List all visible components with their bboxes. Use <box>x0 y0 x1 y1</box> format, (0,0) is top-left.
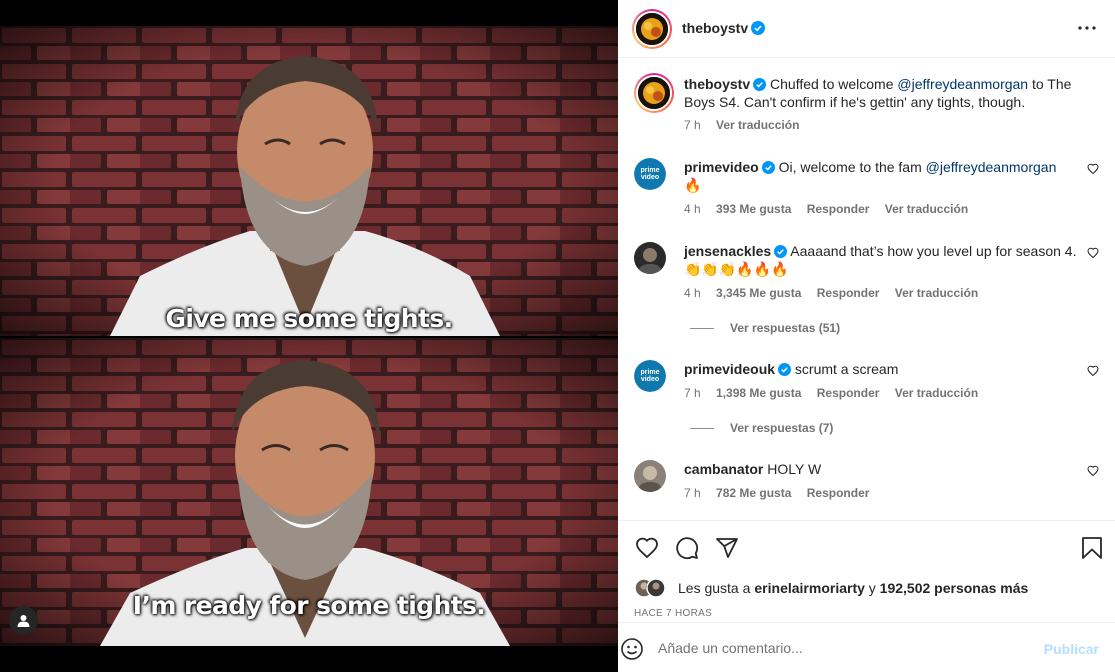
share-send-icon[interactable] <box>715 536 739 560</box>
header-username[interactable]: theboystv <box>682 20 748 36</box>
comment-text: cambanator HOLY W <box>684 461 822 477</box>
comment-meta: 4 h 393 Me gusta Responder Ver traducció… <box>684 202 969 216</box>
avatar[interactable] <box>632 9 672 49</box>
comment-meta: 4 h 3,345 Me gusta Responder Ver traducc… <box>684 286 979 300</box>
translate-link[interactable]: Ver traducción <box>895 386 978 400</box>
comment-username[interactable]: cambanator <box>684 461 763 477</box>
caption-text: theboystv Chuffed to welcome @jeffreydea… <box>684 75 1079 111</box>
verified-icon <box>753 78 767 91</box>
more-icon <box>1078 26 1096 30</box>
comment-item: cambanator HOLY W 7 h 782 Me gusta Respo… <box>634 460 1099 510</box>
caption-username[interactable]: theboystv <box>684 76 750 92</box>
media-frame-bottom: I’m ready for some tights. <box>0 338 618 646</box>
comment-text: jensenackles Aaaaand that’s how you leve… <box>684 243 1077 277</box>
comment-username[interactable]: primevideouk <box>684 361 775 377</box>
post-header: theboystv <box>618 0 1115 58</box>
comment-avatar[interactable] <box>634 242 666 274</box>
media-frame-top: Give me some tights. <box>0 26 618 336</box>
replies-divider <box>690 427 714 429</box>
save-bookmark-icon[interactable] <box>1081 536 1103 560</box>
fire-emoji: 🔥 <box>684 177 702 193</box>
cambanator-avatar-icon <box>634 460 666 492</box>
reply-button[interactable]: Responder <box>817 286 880 300</box>
view-replies-button[interactable]: Ver respuestas (51) <box>690 321 840 335</box>
reply-button[interactable]: Responder <box>807 202 870 216</box>
caption-bottom: I’m ready for some tights. <box>132 591 486 620</box>
liker-avatars-icon[interactable] <box>634 578 674 598</box>
action-bar <box>618 520 1115 622</box>
translate-link[interactable]: Ver traducción <box>895 286 978 300</box>
post-caption: theboystv Chuffed to welcome @jeffreydea… <box>634 73 1099 133</box>
jensenackles-avatar-icon <box>634 242 666 274</box>
like-comment-heart-icon[interactable] <box>1087 365 1099 377</box>
caption-translate-link[interactable]: Ver traducción <box>716 118 799 132</box>
tagged-users-button[interactable] <box>9 606 38 635</box>
emoji-icon[interactable] <box>620 637 644 661</box>
comment-username[interactable]: primevideo <box>684 159 759 175</box>
caption-avatar[interactable] <box>634 73 674 113</box>
likes-count[interactable]: 192,502 personas más <box>880 580 1029 596</box>
caption-mention-link[interactable]: @jeffreydeanmorgan <box>897 76 1028 92</box>
post-media[interactable]: Give me some tights. I’m ready for some … <box>0 0 618 672</box>
publish-button[interactable]: Publicar <box>1044 641 1099 657</box>
like-comment-heart-icon[interactable] <box>1087 163 1099 175</box>
verified-icon <box>761 161 775 174</box>
comment-meta: 7 h 782 Me gusta Responder <box>684 486 870 500</box>
comment-likes[interactable]: 3,345 Me gusta <box>716 286 801 300</box>
man-smiling-image-top <box>0 26 618 336</box>
view-replies-button[interactable]: Ver respuestas (7) <box>690 421 833 435</box>
comment-item: prime video primevideo Oi, welcome to the… <box>634 158 1099 218</box>
like-comment-heart-icon[interactable] <box>1087 465 1099 477</box>
add-comment-bar: Añade un comentario... Publicar <box>618 622 1115 672</box>
comment-avatar[interactable]: prime video <box>634 158 666 190</box>
comment-avatar[interactable] <box>634 460 666 492</box>
comment-mention-link[interactable]: @jeffreydeanmorgan <box>926 159 1057 175</box>
likes-prefix: Les gusta a <box>678 580 751 596</box>
like-comment-heart-icon[interactable] <box>1087 247 1099 259</box>
theboys-logo-icon <box>636 13 668 45</box>
comment-text: primevideouk scrumt a scream <box>684 361 899 377</box>
translate-link[interactable]: Ver traducción <box>885 202 968 216</box>
post-panel: theboystv theboystv Chuffed to welcome @… <box>618 0 1115 672</box>
comment-text: primevideo Oi, welcome to the fam @jeffr… <box>684 159 1057 193</box>
caption-meta: 7 h Ver traducción <box>684 118 811 132</box>
theboys-logo-icon <box>638 77 670 109</box>
liker-username[interactable]: erinelairmoriarty <box>754 580 865 596</box>
comment-item: jensenackles Aaaaand that’s how you leve… <box>634 242 1099 302</box>
user-icon <box>17 615 30 627</box>
comment-likes[interactable]: 1,398 Me gusta <box>716 386 801 400</box>
reply-button[interactable]: Responder <box>807 486 870 500</box>
verified-icon <box>751 21 766 35</box>
primevideo-logo-icon: prime video <box>634 158 666 190</box>
comment-avatar[interactable]: prime video <box>634 360 666 392</box>
comment-meta: 7 h 1,398 Me gusta Responder Ver traducc… <box>684 386 979 400</box>
comment-bubble-icon[interactable] <box>675 536 699 560</box>
comment-item: prime video primevideouk scrumt a scream … <box>634 360 1099 410</box>
likes-summary: Les gusta a erinelairmoriarty y 192,502 … <box>634 578 1028 598</box>
like-heart-icon[interactable] <box>635 536 659 560</box>
replies-divider <box>690 327 714 329</box>
likes-middle: y <box>864 580 880 596</box>
comment-input[interactable]: Añade un comentario... <box>658 640 803 656</box>
comment-username[interactable]: jensenackles <box>684 243 771 259</box>
caption-time[interactable]: 7 h <box>684 118 701 132</box>
reply-button[interactable]: Responder <box>817 386 880 400</box>
comment-likes[interactable]: 393 Me gusta <box>716 202 791 216</box>
caption-text-before: Chuffed to welcome <box>770 76 898 92</box>
header-user[interactable]: theboystv <box>682 20 766 36</box>
comment-likes[interactable]: 782 Me gusta <box>716 486 791 500</box>
post-timestamp[interactable]: HACE 7 HORAS <box>634 608 712 619</box>
more-options-button[interactable] <box>1075 18 1099 38</box>
primevideo-logo-icon: prime video <box>634 360 666 392</box>
verified-icon <box>778 363 792 376</box>
verified-icon <box>774 245 788 258</box>
caption-top: Give me some tights. <box>165 304 453 333</box>
